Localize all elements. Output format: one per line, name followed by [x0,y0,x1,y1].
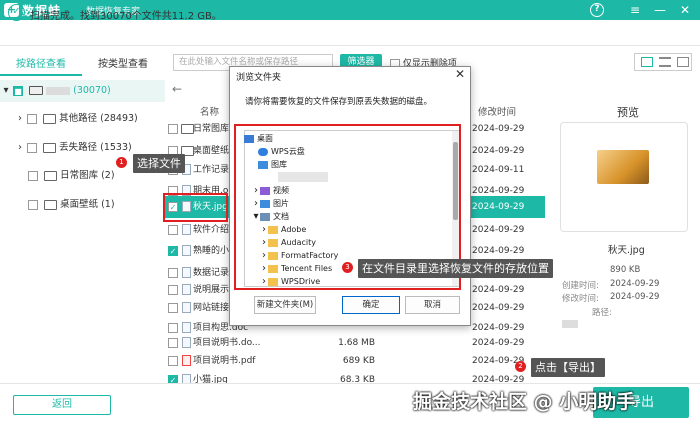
image-file-icon [182,245,191,256]
row-checkbox[interactable] [168,124,178,134]
preview-path-blurred [562,320,578,328]
preview-created: 2024-09-29 [610,279,660,289]
preview-created-label: 创建时间: [562,281,599,291]
watermark: 掘金技术社区 @ 小明助手 [413,391,636,413]
pdf-file-icon [182,355,191,366]
back-button[interactable]: 返回 [13,395,111,415]
row-checkbox[interactable] [168,285,178,295]
root-checkbox[interactable]: ■ [13,85,24,96]
tab-by-path[interactable]: 按路径查看 [0,56,82,76]
tree-item-wallpaper[interactable]: 桌面壁纸 (1) [0,194,165,216]
cancel-button[interactable]: 取消 [405,296,460,314]
preview-modified-label: 修改时间: [562,294,599,304]
grid-view-icon[interactable] [641,57,653,67]
row-checkbox-checked[interactable]: ✓ [168,246,178,256]
step-badge: 2 [515,361,526,372]
doc-file-icon [182,337,191,348]
preview-filename: 秋天.jpg [608,245,645,256]
annotation-select-file: 选择文件 [133,154,185,173]
preview-path-label: 路径: [592,308,612,318]
check-icon: ✓ [8,4,25,21]
step-badge: 3 [342,262,353,273]
chevron-right-icon[interactable]: › [16,108,24,130]
tree-item-label: 丢失路径 (1533) [59,142,132,153]
file-name: 日常图库 [193,124,230,134]
chevron-right-icon[interactable]: › [16,137,24,159]
tree-item-label: 其他路径 (28493) [59,113,138,124]
drive-icon [29,86,44,95]
annotation-click-export: 点击【导出】 [531,358,605,377]
new-folder-button[interactable]: 新建文件夹(M) [254,296,316,314]
tree-item-label: 日常图库 (2) [60,170,115,181]
status-bar [0,20,700,46]
preview-size: 890 KB [610,265,641,275]
dialog-title: 浏览文件夹 [236,73,282,83]
file-icon [182,267,191,278]
annotation-choose-location: 在文件目录里选择恢复文件的存放位置 [358,259,553,278]
file-icon [182,302,191,313]
file-date: 2024-09-29 [472,202,525,212]
step-badge: 1 [116,157,127,168]
preview-modified: 2024-09-29 [610,292,660,302]
root-count: (30070) [73,85,111,96]
tree-root[interactable]: ▾ ■ (30070) [0,80,165,102]
list-view-icon[interactable] [659,57,671,67]
tab-by-type[interactable]: 按类型查看 [82,56,164,76]
row-checkbox[interactable] [168,356,178,366]
ok-button[interactable]: 确定 [342,296,400,314]
view-toggle[interactable] [634,53,692,71]
folder-icon [43,142,57,153]
dialog-close-icon[interactable]: ✕ [455,67,465,81]
folder-icon [43,113,57,124]
minimize-icon[interactable]: — [650,2,670,18]
file-date: 2024-09-11 [472,165,525,175]
help-icon[interactable]: ? [590,3,604,17]
file-date: 2024-09-29 [472,225,525,235]
drive-label-blurred [46,86,71,95]
tree-checkbox[interactable] [28,170,38,181]
tree-item-other[interactable]: › 其他路径 (28493) [0,108,165,130]
dialog-description: 请你将需要恢复的文件保存到原丢失数据的磁盘。 [245,97,433,107]
tree-checkbox[interactable] [27,142,38,153]
tree-checkbox[interactable] [27,113,38,124]
row-checkbox[interactable] [168,303,178,313]
detail-view-icon[interactable] [677,57,689,67]
file-date: 2024-09-29 [472,303,525,313]
file-name: 软件介绍. [193,225,232,235]
preview-image [597,150,649,184]
folder-icon [44,170,58,181]
chevron-down-icon[interactable]: ▾ [2,80,10,102]
tree-item-label: 桌面壁纸 (1) [60,199,115,210]
folder-icon [44,199,58,210]
column-name[interactable]: 名称 [200,104,219,118]
tree-checkbox[interactable] [28,199,38,210]
preview-title: 预览 [617,106,639,119]
menu-icon[interactable]: ≡ [625,2,645,18]
column-modified[interactable]: 修改时间 [478,104,516,118]
row-checkbox[interactable] [168,225,178,235]
file-date: 2024-09-29 [472,124,525,134]
file-icon [182,224,191,235]
back-arrow-icon[interactable]: ← [172,82,182,96]
annotation-box-select-file [163,193,228,222]
close-icon[interactable]: ✕ [675,2,695,18]
file-icon [182,284,191,295]
row-checkbox[interactable] [168,268,178,278]
row-checkbox[interactable] [168,338,178,348]
scan-status-text: 扫描完成。找到30070个文件共11.2 GB。 [30,11,222,22]
